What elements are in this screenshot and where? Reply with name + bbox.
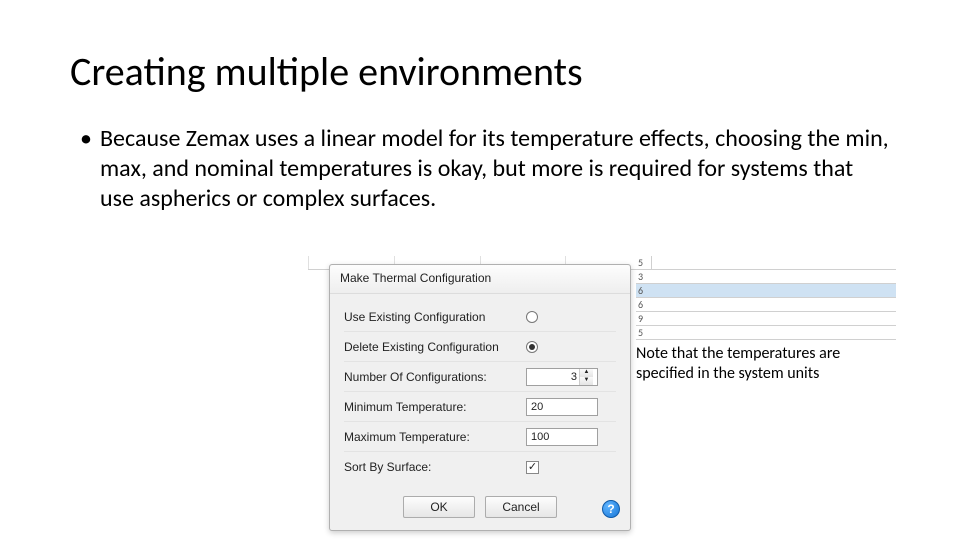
table-edge-row: 6 (636, 284, 896, 298)
spinner-buttons[interactable]: ▲ ▼ (579, 369, 593, 385)
make-thermal-dialog: Make Thermal Configuration Use Existing … (329, 264, 631, 531)
bullet-1: Because Zemax uses a linear model for it… (70, 124, 890, 214)
spin-down-icon[interactable]: ▼ (580, 377, 593, 385)
slide: Creating multiple environments Because Z… (0, 0, 960, 540)
row-num-configs: Number Of Configurations: 3 ▲ ▼ (344, 362, 616, 392)
radio-use-existing[interactable] (526, 311, 538, 323)
label-min-temp: Minimum Temperature: (344, 400, 526, 414)
row-sort-surface: Sort By Surface: ✓ (344, 452, 616, 482)
label-num-configs: Number Of Configurations: (344, 370, 526, 384)
label-delete-existing: Delete Existing Configuration (344, 340, 526, 354)
row-min-temp: Minimum Temperature: 20 (344, 392, 616, 422)
label-max-temp: Maximum Temperature: (344, 430, 526, 444)
slide-title: Creating multiple environments (70, 50, 890, 94)
dialog-body: Use Existing Configuration Delete Existi… (330, 294, 630, 486)
note-text: Note that the temperatures are specified… (636, 344, 896, 384)
label-use-existing: Use Existing Configuration (344, 310, 526, 324)
dialog-title: Make Thermal Configuration (330, 265, 630, 294)
spinner-num-configs-value: 3 (531, 371, 579, 383)
checkbox-sort-surface[interactable]: ✓ (526, 461, 539, 474)
input-max-temp[interactable]: 100 (526, 428, 598, 446)
table-edge-row: 6 (636, 298, 896, 312)
input-min-temp-value: 20 (531, 401, 543, 413)
table-edge-row: 5 (636, 326, 896, 340)
spin-up-icon[interactable]: ▲ (580, 369, 593, 377)
right-column: 5 3 6 6 9 5 Note that the temperatures a… (636, 256, 896, 384)
row-use-existing: Use Existing Configuration (344, 302, 616, 332)
row-delete-existing: Delete Existing Configuration (344, 332, 616, 362)
dialog-footer: OK Cancel ? (330, 486, 630, 530)
input-min-temp[interactable]: 20 (526, 398, 598, 416)
spinner-num-configs[interactable]: 3 ▲ ▼ (526, 368, 598, 386)
cancel-button[interactable]: Cancel (485, 496, 557, 518)
radio-delete-existing[interactable] (526, 341, 538, 353)
dialog-area: Make Thermal Configuration Use Existing … (308, 256, 652, 531)
row-max-temp: Maximum Temperature: 100 (344, 422, 616, 452)
label-sort-surface: Sort By Surface: (344, 460, 526, 474)
table-edge-row: 9 (636, 312, 896, 326)
input-max-temp-value: 100 (531, 431, 549, 443)
table-edge-row: 5 (636, 256, 896, 270)
ok-button[interactable]: OK (403, 496, 475, 518)
table-edge-row: 3 (636, 270, 896, 284)
help-icon[interactable]: ? (602, 500, 620, 518)
